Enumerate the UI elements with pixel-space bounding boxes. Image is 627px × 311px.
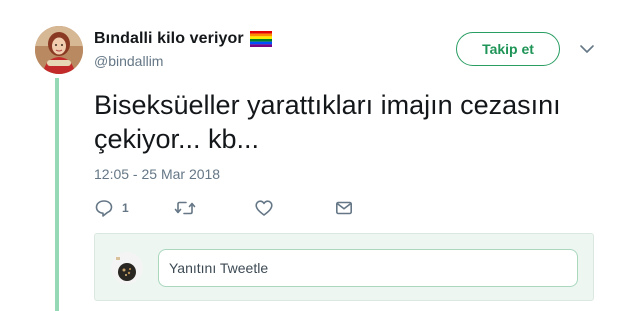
tweet-text-line-2: çekiyor... kb... xyxy=(94,124,260,154)
reply-composer: Yanıtını Tweetle xyxy=(94,233,594,301)
tweet-timestamp[interactable]: 12:05 - 25 Mar 2018 xyxy=(94,166,220,182)
reply-icon xyxy=(94,198,114,218)
chevron-down-icon[interactable] xyxy=(579,42,595,56)
author-display-name[interactable]: Bındalli kilo veriyor xyxy=(94,30,244,48)
thread-line xyxy=(55,78,59,311)
avatar-image xyxy=(35,26,83,74)
current-user-avatar xyxy=(111,252,143,284)
follow-button[interactable]: Takip et xyxy=(456,32,560,66)
tweet-text: Biseksüeller yarattıkları imajın cezasın… xyxy=(94,88,594,156)
like-button[interactable] xyxy=(254,198,274,218)
author-avatar[interactable] xyxy=(35,26,83,74)
heart-icon xyxy=(254,198,274,218)
direct-message-button[interactable] xyxy=(334,198,354,218)
author-name-row[interactable]: Bındalli kilo veriyor xyxy=(94,30,272,48)
tweet-text-line-1: Biseksüeller yarattıkları imajın cezasın… xyxy=(94,90,561,120)
current-user-avatar-image xyxy=(111,252,143,284)
rainbow-flag-icon xyxy=(249,31,272,47)
retweet-icon xyxy=(174,198,196,218)
reply-count: 1 xyxy=(122,201,129,215)
author-handle[interactable]: @bindallim xyxy=(94,53,163,69)
reply-input[interactable]: Yanıtını Tweetle xyxy=(158,249,578,287)
retweet-button[interactable] xyxy=(174,198,196,218)
envelope-icon xyxy=(334,198,354,218)
reply-button[interactable]: 1 xyxy=(94,198,129,218)
